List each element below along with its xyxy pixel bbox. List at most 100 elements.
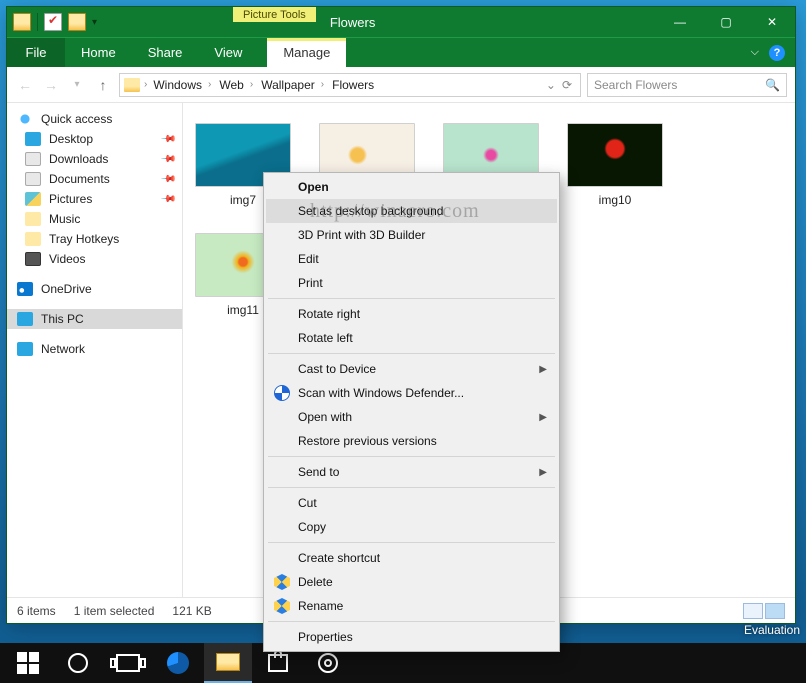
menu-item-label: Properties bbox=[298, 630, 353, 644]
thispc-icon bbox=[17, 312, 33, 326]
menu-item[interactable]: Cast to Device▶ bbox=[266, 357, 557, 381]
search-input[interactable]: Search Flowers 🔍 bbox=[587, 73, 787, 97]
tab-share[interactable]: Share bbox=[132, 38, 199, 67]
menu-item[interactable]: Copy bbox=[266, 515, 557, 539]
nav-tray-hotkeys[interactable]: Tray Hotkeys bbox=[7, 229, 182, 249]
shield-icon bbox=[274, 385, 290, 401]
nav-this-pc[interactable]: This PC bbox=[7, 309, 182, 329]
menu-separator bbox=[268, 487, 555, 488]
menu-item[interactable]: Rotate right bbox=[266, 302, 557, 326]
file-item[interactable]: img10 bbox=[563, 119, 667, 211]
menu-item-label: Restore previous versions bbox=[298, 434, 437, 448]
file-tab[interactable]: File bbox=[7, 38, 65, 67]
pin-icon: 📌 bbox=[159, 131, 176, 148]
pictures-icon bbox=[25, 192, 41, 206]
nav-forward-button[interactable]: → bbox=[41, 75, 61, 95]
nav-downloads[interactable]: Downloads📌 bbox=[7, 149, 182, 169]
nav-recent-caret[interactable]: ▾ bbox=[67, 75, 87, 95]
menu-item[interactable]: 3D Print with 3D Builder bbox=[266, 223, 557, 247]
search-icon: 🔍 bbox=[765, 78, 780, 92]
windows-logo-icon bbox=[17, 652, 39, 674]
start-button[interactable] bbox=[4, 643, 52, 683]
nav-quick-access[interactable]: Quick access bbox=[7, 109, 182, 129]
uac-icon bbox=[274, 574, 290, 590]
nav-back-button[interactable]: ← bbox=[15, 75, 35, 95]
view-toggle bbox=[743, 603, 785, 619]
view-thumbnails-button[interactable] bbox=[765, 603, 785, 619]
navigation-pane: Quick access Desktop📌 Downloads📌 Documen… bbox=[7, 103, 183, 597]
status-selection: 1 item selected bbox=[74, 604, 155, 618]
menu-item-label: Edit bbox=[298, 252, 319, 266]
status-size: 121 KB bbox=[172, 604, 211, 618]
tab-home[interactable]: Home bbox=[65, 38, 132, 67]
cortana-button[interactable] bbox=[54, 643, 102, 683]
menu-separator bbox=[268, 456, 555, 457]
minimize-button[interactable]: — bbox=[657, 7, 703, 37]
menu-item-label: Delete bbox=[298, 575, 333, 589]
menu-item[interactable]: Set as desktop background bbox=[266, 199, 557, 223]
nav-onedrive[interactable]: OneDrive bbox=[7, 279, 182, 299]
menu-item-label: Set as desktop background bbox=[298, 204, 443, 218]
qat-newfolder-icon[interactable] bbox=[68, 13, 86, 31]
cortana-icon bbox=[68, 653, 88, 673]
qat-customize-caret[interactable]: ▾ bbox=[92, 17, 97, 28]
pin-icon: 📌 bbox=[159, 191, 176, 208]
ribbon: File Home Share View Manage ⌵ ? bbox=[7, 37, 795, 67]
nav-pictures[interactable]: Pictures📌 bbox=[7, 189, 182, 209]
taskbar-edge[interactable] bbox=[154, 643, 202, 683]
ribbon-expand-icon[interactable]: ⌵ bbox=[751, 46, 759, 59]
view-details-button[interactable] bbox=[743, 603, 763, 619]
qat-properties-icon[interactable]: ✔ bbox=[44, 13, 62, 31]
crumb-web[interactable]: Web› bbox=[215, 74, 257, 96]
menu-item[interactable]: Open with▶ bbox=[266, 405, 557, 429]
menu-item[interactable]: Create shortcut bbox=[266, 546, 557, 570]
watermark-evaluation: Evaluation bbox=[744, 623, 800, 637]
context-menu: Open Set as desktop background 3D Print wi… bbox=[263, 172, 560, 652]
app-icon[interactable] bbox=[13, 13, 31, 31]
taskbar-explorer[interactable] bbox=[204, 643, 252, 683]
nav-up-button[interactable]: ↑ bbox=[93, 75, 113, 95]
menu-item[interactable]: Delete bbox=[266, 570, 557, 594]
uac-icon bbox=[274, 598, 290, 614]
menu-item[interactable]: Rotate left bbox=[266, 326, 557, 350]
nav-videos[interactable]: Videos bbox=[7, 249, 182, 269]
close-button[interactable]: ✕ bbox=[749, 7, 795, 37]
crumb-windows[interactable]: Windows› bbox=[149, 74, 215, 96]
menu-item[interactable]: Edit bbox=[266, 247, 557, 271]
address-dropdown-icon[interactable]: ⌄ bbox=[546, 78, 556, 92]
chevron-right-icon[interactable]: › bbox=[144, 79, 147, 90]
menu-item[interactable]: Rename bbox=[266, 594, 557, 618]
menu-item-label: Rotate right bbox=[298, 307, 360, 321]
nav-network[interactable]: Network bbox=[7, 339, 182, 359]
menu-item-label: Open with bbox=[298, 410, 352, 424]
nav-desktop[interactable]: Desktop📌 bbox=[7, 129, 182, 149]
status-item-count: 6 items bbox=[17, 604, 56, 618]
store-icon bbox=[268, 654, 288, 672]
menu-item[interactable]: Properties bbox=[266, 625, 557, 649]
nav-music[interactable]: Music bbox=[7, 209, 182, 229]
address-folder-icon bbox=[124, 78, 140, 92]
menu-item-label: 3D Print with 3D Builder bbox=[298, 228, 425, 242]
menu-item[interactable]: Restore previous versions bbox=[266, 429, 557, 453]
tab-view[interactable]: View bbox=[198, 38, 258, 67]
menu-item[interactable]: Open bbox=[266, 175, 557, 199]
menu-item[interactable]: Scan with Windows Defender... bbox=[266, 381, 557, 405]
menu-item[interactable]: Cut bbox=[266, 491, 557, 515]
nav-documents[interactable]: Documents📌 bbox=[7, 169, 182, 189]
menu-item[interactable]: Send to▶ bbox=[266, 460, 557, 484]
address-bar[interactable]: › Windows› Web› Wallpaper› Flowers ⌄ ⟳ bbox=[119, 73, 581, 97]
crumb-wallpaper[interactable]: Wallpaper› bbox=[257, 74, 328, 96]
crumb-flowers[interactable]: Flowers bbox=[328, 74, 378, 96]
menu-item[interactable]: Print bbox=[266, 271, 557, 295]
maximize-button[interactable]: ▢ bbox=[703, 7, 749, 37]
refresh-icon[interactable]: ⟳ bbox=[562, 78, 572, 92]
task-view-button[interactable] bbox=[104, 643, 152, 683]
menu-item-label: Send to bbox=[298, 465, 339, 479]
menu-item-label: Rename bbox=[298, 599, 343, 613]
window-controls: — ▢ ✕ bbox=[657, 7, 795, 37]
help-icon[interactable]: ? bbox=[769, 45, 785, 61]
tab-manage[interactable]: Manage bbox=[267, 38, 346, 67]
menu-item-label: Cast to Device bbox=[298, 362, 376, 376]
videos-icon bbox=[25, 252, 41, 266]
folder-icon bbox=[25, 232, 41, 246]
